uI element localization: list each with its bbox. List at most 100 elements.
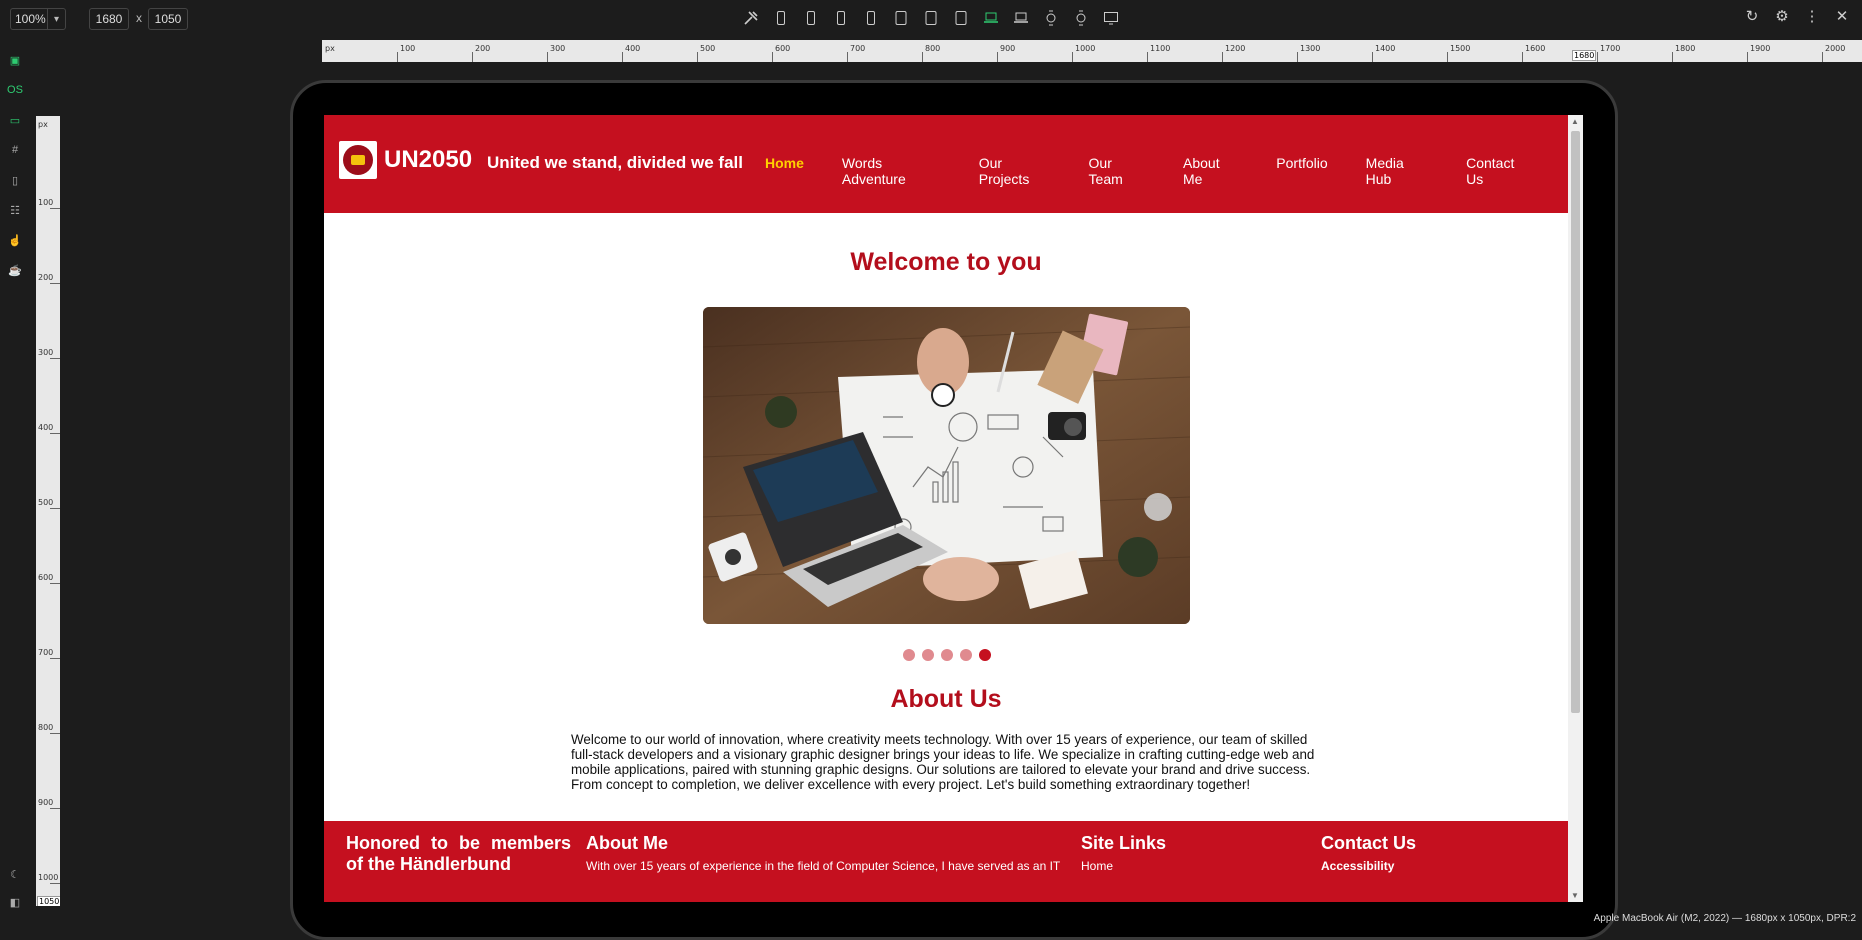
ruler-tick (1372, 52, 1373, 62)
footer-link-home[interactable]: Home (1081, 859, 1113, 873)
tools-icon[interactable] (742, 9, 760, 27)
ruler-tick-label: 100 (400, 44, 416, 53)
nav-words-adventure[interactable]: Words Adventure (842, 155, 941, 187)
device-icon[interactable]: ▯ (7, 174, 23, 190)
ruler-tick-label: 200 (475, 44, 491, 53)
dimension-separator: x (136, 11, 142, 25)
ruler-tick-label: 100 (38, 198, 54, 207)
height-input[interactable]: 1050 (148, 8, 188, 30)
ruler-tick-label: 900 (38, 798, 54, 807)
slider-dot[interactable] (903, 649, 915, 661)
toolbar-actions: ↻ ⚙ ⋮ ✕ (1744, 9, 1850, 25)
ruler-unit: px (325, 44, 335, 53)
desktop-icon[interactable] (1102, 9, 1120, 27)
slider-dot[interactable] (960, 649, 972, 661)
slider-dot[interactable] (941, 649, 953, 661)
slider-dot[interactable] (922, 649, 934, 661)
ruler-tick (1222, 52, 1223, 62)
ruler-tick-label: 1000 (38, 873, 59, 882)
tablet-icon[interactable] (892, 9, 910, 27)
tablet-icon[interactable] (952, 9, 970, 27)
ruler-tick-label: 200 (38, 273, 54, 282)
site-header: UN2050 United we stand, divided we fall … (324, 115, 1568, 213)
zoom-select[interactable]: 100% ▾ (10, 8, 66, 30)
ruler-tick (1822, 52, 1823, 62)
ruler-tick-label: 600 (775, 44, 791, 53)
sidebar-toggle-icon[interactable]: ◧ (7, 896, 23, 912)
ruler-tick-label: 1800 (1675, 44, 1696, 53)
coffee-icon[interactable]: ☕ (7, 264, 23, 280)
scroll-down-icon[interactable]: ▼ (1571, 891, 1579, 900)
laptop-icon[interactable] (982, 9, 1000, 27)
scroll-thumb[interactable] (1571, 131, 1580, 713)
ruler-tick-label: 1600 (1525, 44, 1546, 53)
page-scrollbar[interactable]: ▲ ▼ (1568, 115, 1583, 902)
ruler-tick-label: 1900 (1750, 44, 1771, 53)
scroll-up-icon[interactable]: ▲ (1571, 117, 1579, 126)
ruler-tick-label: 1100 (1150, 44, 1171, 53)
ruler-tick-label: 1500 (1450, 44, 1471, 53)
watch-icon[interactable] (1072, 9, 1090, 27)
ruler-marker: 1050 (37, 896, 60, 906)
layout-icon[interactable]: ☷ (7, 204, 23, 220)
ruler-tick (50, 508, 60, 509)
ruler-tick-label: 800 (38, 723, 54, 732)
ruler-tick-label: 300 (38, 348, 54, 357)
reload-icon[interactable]: ↻ (1744, 9, 1760, 25)
footer-accessibility-link[interactable]: Accessibility (1321, 859, 1394, 873)
site-brand[interactable]: UN2050 (384, 146, 472, 174)
ruler-tick (50, 583, 60, 584)
nav-portfolio[interactable]: Portfolio (1276, 155, 1327, 187)
ruler-tick (922, 52, 923, 62)
nav-media-hub[interactable]: Media Hub (1366, 155, 1428, 187)
ruler-tick-label: 300 (550, 44, 566, 53)
chevron-down-icon[interactable]: ▾ (47, 9, 65, 29)
ruler-tick-label: 500 (38, 498, 54, 507)
touch-icon[interactable]: ☝ (7, 234, 23, 250)
nav-contact-us[interactable]: Contact Us (1466, 155, 1530, 187)
main-nav: Home Words Adventure Our Projects Our Te… (765, 155, 1568, 187)
close-icon[interactable]: ✕ (1834, 9, 1850, 25)
ruler-tick-label: 600 (38, 573, 54, 582)
ruler-tick-label: 1200 (1225, 44, 1246, 53)
device-status: Apple MacBook Air (M2, 2022) — 1680px x … (1593, 913, 1856, 924)
nav-about-me[interactable]: About Me (1183, 155, 1238, 187)
ruler-tick-label: 1300 (1300, 44, 1321, 53)
phone-icon[interactable] (802, 9, 820, 27)
ruler-icon[interactable]: ▭ (7, 114, 23, 130)
ruler-tick (50, 358, 60, 359)
width-input[interactable]: 1680 (89, 8, 129, 30)
ruler-tick (397, 52, 398, 62)
ruler-tick-label: 2000 (1825, 44, 1846, 53)
left-toolbar: ▣ OS ▭ # ▯ ☷ ☝ ☕ ☾ ◧ (0, 38, 30, 930)
nav-our-team[interactable]: Our Team (1089, 155, 1145, 187)
settings-icon[interactable]: ⚙ (1774, 9, 1790, 25)
ruler-tick (1597, 52, 1598, 62)
site-tagline: United we stand, divided we fall (487, 153, 743, 172)
logo-core (351, 155, 365, 165)
ruler-tick-label: 900 (1000, 44, 1016, 53)
phone-icon[interactable] (772, 9, 790, 27)
nav-home[interactable]: Home (765, 155, 804, 187)
responsive-icon[interactable]: ▣ (7, 54, 23, 70)
os-icon[interactable]: OS (7, 84, 23, 100)
grid-icon[interactable]: # (7, 144, 23, 160)
ruler-tick (50, 283, 60, 284)
laptop-icon[interactable] (1012, 9, 1030, 27)
vertical-ruler: px 100 200 300 400 500 600 700 800 900 1000 1050 (36, 116, 60, 906)
about-heading: About Us (890, 685, 1002, 713)
phone-icon[interactable] (862, 9, 880, 27)
footer-honored: Honored to be members of the Händlerbund (346, 833, 571, 874)
tablet-icon[interactable] (922, 9, 940, 27)
ruler-tick (997, 52, 998, 62)
more-icon[interactable]: ⋮ (1804, 9, 1820, 25)
watch-icon[interactable] (1042, 9, 1060, 27)
site-logo[interactable] (339, 141, 377, 179)
dark-mode-icon[interactable]: ☾ (7, 868, 23, 884)
slider-dot-active[interactable] (979, 649, 991, 661)
ruler-tick (1447, 52, 1448, 62)
site-viewport: UN2050 United we stand, divided we fall … (324, 115, 1568, 902)
slider-dots (903, 649, 991, 661)
phone-icon[interactable] (832, 9, 850, 27)
nav-our-projects[interactable]: Our Projects (979, 155, 1051, 187)
